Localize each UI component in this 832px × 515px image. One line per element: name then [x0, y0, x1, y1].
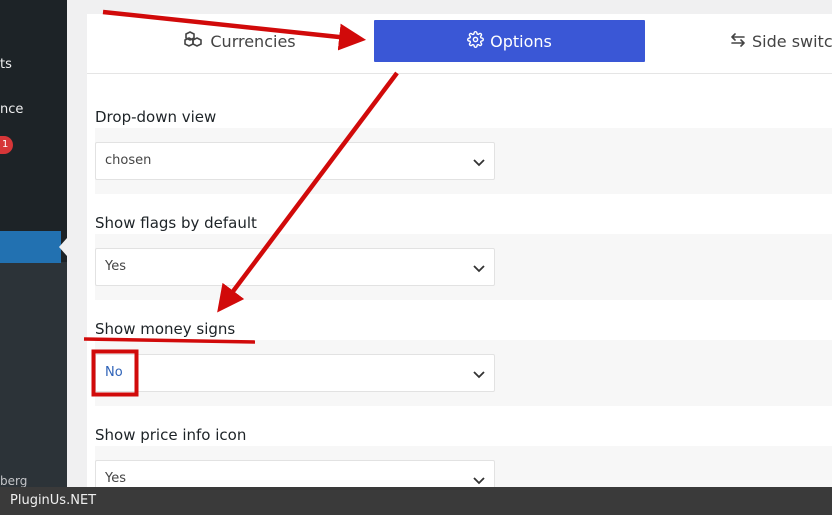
active-indicator-arrow [59, 238, 67, 256]
tab-label: Side switc [752, 31, 832, 51]
sidebar-item[interactable]: nce [0, 102, 23, 117]
tab-bar: Currencies Options Side switc [87, 14, 832, 74]
gear-icon [467, 30, 485, 52]
tab-currencies[interactable]: Currencies [175, 20, 305, 62]
select-value: No [105, 365, 123, 380]
option-label-show-price-info: Show price info icon [95, 426, 247, 444]
chevron-down-icon [473, 265, 485, 273]
select-value: Yes [105, 471, 126, 486]
settings-panel: Currencies Options Side switc Drop-down … [87, 14, 832, 498]
select-value: Yes [105, 259, 126, 274]
chevron-down-icon [473, 159, 485, 167]
swap-arrows-icon [730, 32, 746, 51]
tab-options[interactable]: Options [374, 20, 645, 62]
watermark-text: PluginUs.NET [10, 493, 97, 508]
show-money-signs-select[interactable]: No [95, 354, 495, 392]
chevron-down-icon [473, 477, 485, 485]
show-flags-select[interactable]: Yes [95, 248, 495, 286]
update-count-badge: 1 [0, 136, 13, 154]
coins-icon [184, 31, 204, 51]
dropdown-view-select[interactable]: chosen [95, 142, 495, 180]
chevron-down-icon [473, 371, 485, 379]
option-label-show-flags: Show flags by default [95, 214, 257, 232]
option-label-show-money-signs: Show money signs [95, 320, 236, 338]
sidebar-item[interactable]: ts [0, 57, 12, 72]
sidebar-item[interactable]: berg [0, 474, 27, 488]
option-label-dropdown-view: Drop-down view [95, 108, 217, 126]
tab-label: Currencies [210, 31, 296, 51]
select-value: chosen [105, 153, 152, 168]
tab-label: Options [490, 31, 552, 51]
admin-sidebar: ts nce 1 berg [0, 0, 67, 488]
watermark-bar: PluginUs.NET [0, 487, 832, 515]
tab-side-switcher[interactable]: Side switc [730, 20, 832, 62]
sidebar-submenu-area [0, 262, 67, 487]
sidebar-item-active[interactable] [0, 231, 61, 263]
